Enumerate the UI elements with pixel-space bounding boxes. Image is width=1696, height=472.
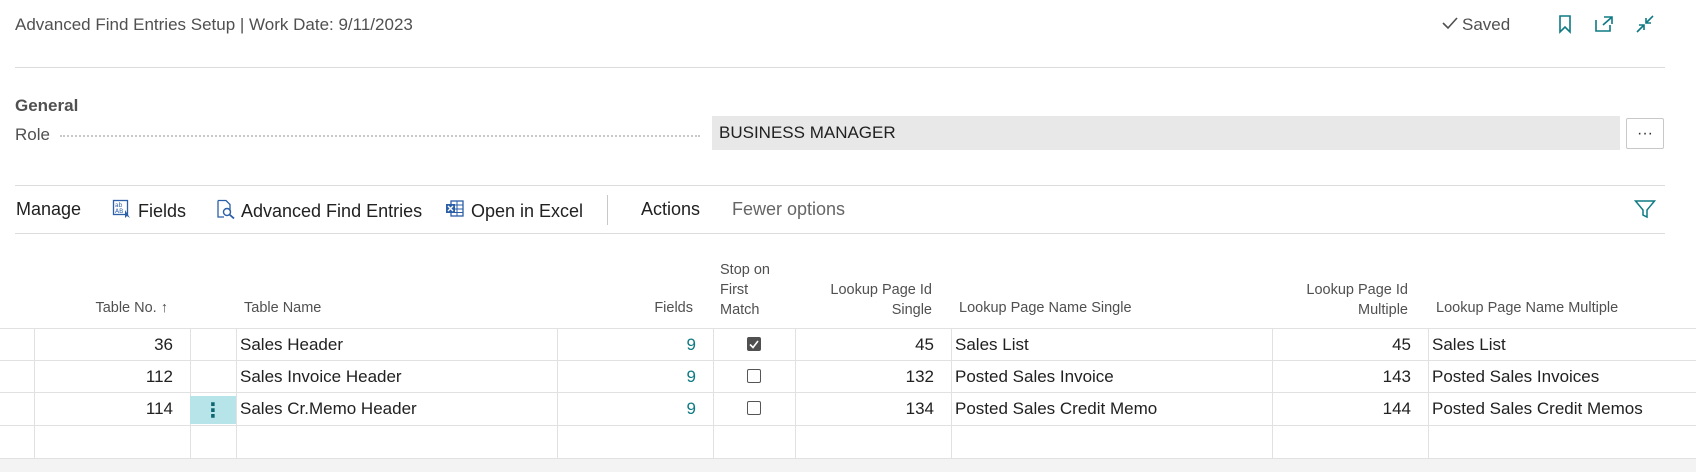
bookmark-icon[interactable] — [1553, 12, 1577, 36]
manage-menu[interactable]: Manage — [16, 199, 81, 220]
role-field[interactable]: BUSINESS MANAGER — [712, 116, 1620, 150]
grid-line — [0, 392, 1696, 393]
actions-menu[interactable]: Actions — [641, 199, 700, 220]
stop-header-line2: First — [720, 282, 749, 298]
col-header-table-no[interactable]: Table No. ↑ — [60, 298, 168, 318]
advanced-find-entries-label: Advanced Find Entries — [241, 201, 423, 221]
find-entries-icon — [215, 199, 235, 224]
stop-on-first-match-checkbox[interactable] — [747, 401, 761, 415]
lookup-page-id-single-cell[interactable]: 132 — [820, 367, 934, 387]
fewer-options-label: Fewer options — [732, 199, 846, 219]
lookup-page-id-single-cell[interactable]: 134 — [820, 399, 934, 419]
action-separator — [607, 195, 608, 225]
stop-on-first-match-checkbox[interactable] — [747, 369, 761, 383]
excel-icon — [445, 199, 465, 224]
lookup-page-name-multiple-cell[interactable]: Sales List — [1432, 335, 1506, 355]
filter-icon[interactable] — [1633, 199, 1657, 224]
grid-line — [0, 328, 1696, 329]
lookup-page-name-single-cell[interactable]: Posted Sales Invoice — [955, 367, 1114, 387]
open-in-excel-label: Open in Excel — [471, 201, 584, 221]
collapse-icon[interactable] — [1633, 12, 1657, 36]
page-title: Advanced Find Entries Setup | Work Date:… — [15, 15, 413, 34]
actions-label: Actions — [641, 199, 701, 219]
actions-top-divider — [15, 185, 1665, 186]
open-in-excel-button[interactable]: Open in Excel — [445, 199, 583, 224]
role-label: Role — [15, 125, 50, 144]
table-no-cell[interactable]: 36 — [60, 335, 173, 355]
lookup-page-name-multiple-cell[interactable]: Posted Sales Credit Memos — [1432, 399, 1643, 419]
col-header-fields[interactable]: Fields — [600, 298, 693, 318]
role-leader-dots — [60, 135, 700, 137]
row-action-menu-button[interactable]: ⋮ — [190, 396, 236, 424]
table-name-cell[interactable]: Sales Header — [240, 335, 343, 355]
grid-vline — [795, 328, 796, 458]
stop-header-line1: Stop on — [720, 262, 770, 278]
grid-vline — [1272, 328, 1273, 458]
lookup-page-id-multiple-cell[interactable]: 144 — [1300, 399, 1411, 419]
grid-vline — [713, 328, 714, 458]
fields-count-link[interactable]: 9 — [600, 335, 696, 355]
grid-vline — [951, 328, 952, 458]
vertical-ellipsis-icon: ⋮ — [203, 399, 223, 422]
grid-vline — [236, 328, 237, 458]
role-lookup-button[interactable]: ··· — [1626, 118, 1664, 149]
saved-label: Saved — [1462, 15, 1511, 34]
col-header-table-name[interactable]: Table Name — [244, 298, 321, 318]
checkmark-icon — [1442, 15, 1458, 35]
lps-header-line1: Lookup Page Id — [830, 282, 932, 298]
col-header-lookup-page-id-single[interactable]: Lookup Page Id Single — [800, 280, 932, 320]
fields-icon: ab AB — [112, 199, 132, 224]
fewer-options-button[interactable]: Fewer options — [732, 199, 845, 220]
col-header-lookup-page-name-multiple[interactable]: Lookup Page Name Multiple — [1436, 298, 1618, 318]
col-header-lookup-page-name-single[interactable]: Lookup Page Name Single — [959, 298, 1132, 318]
grid-vline — [34, 328, 35, 458]
svg-text:AB: AB — [115, 208, 123, 215]
fields-count-link[interactable]: 9 — [600, 399, 696, 419]
lpm-header-line2: Multiple — [1358, 302, 1408, 318]
lps-header-line2: Single — [891, 302, 932, 318]
grid-vline — [1428, 328, 1429, 458]
manage-label: Manage — [16, 199, 82, 219]
fields-button[interactable]: ab AB Fields — [112, 199, 186, 224]
grid-vline — [190, 328, 191, 458]
header-divider — [15, 67, 1665, 68]
stop-on-first-match-checkbox[interactable] — [747, 337, 761, 351]
grid-line — [0, 425, 1696, 426]
col-header-stop-on-first-match[interactable]: Stop on First Match — [720, 260, 770, 320]
grid-line — [0, 360, 1696, 361]
saved-status: Saved — [1442, 15, 1510, 35]
open-new-window-icon[interactable] — [1592, 12, 1616, 36]
fields-count-link[interactable]: 9 — [600, 367, 696, 387]
lookup-page-name-multiple-cell[interactable]: Posted Sales Invoices — [1432, 367, 1599, 387]
lookup-page-name-single-cell[interactable]: Posted Sales Credit Memo — [955, 399, 1157, 419]
table-no-cell[interactable]: 112 — [60, 367, 173, 387]
horizontal-scrollbar[interactable] — [0, 458, 1696, 472]
table-name-cell[interactable]: Sales Cr.Memo Header — [240, 399, 417, 419]
general-group-title: General — [15, 96, 79, 115]
grid-vline — [557, 328, 558, 458]
lookup-page-id-multiple-cell[interactable]: 45 — [1300, 335, 1411, 355]
lpm-header-line1: Lookup Page Id — [1306, 282, 1408, 298]
lookup-page-id-single-cell[interactable]: 45 — [820, 335, 934, 355]
lookup-page-id-multiple-cell[interactable]: 143 — [1300, 367, 1411, 387]
table-no-cell[interactable]: 114 — [60, 399, 173, 419]
lookup-page-name-single-cell[interactable]: Sales List — [955, 335, 1029, 355]
stop-header-line3: Match — [720, 302, 760, 318]
fields-label: Fields — [138, 201, 187, 221]
col-header-lookup-page-id-multiple[interactable]: Lookup Page Id Multiple — [1260, 280, 1408, 320]
table-name-cell[interactable]: Sales Invoice Header — [240, 367, 402, 387]
actions-bottom-divider — [15, 233, 1665, 234]
advanced-find-entries-button[interactable]: Advanced Find Entries — [215, 199, 422, 224]
